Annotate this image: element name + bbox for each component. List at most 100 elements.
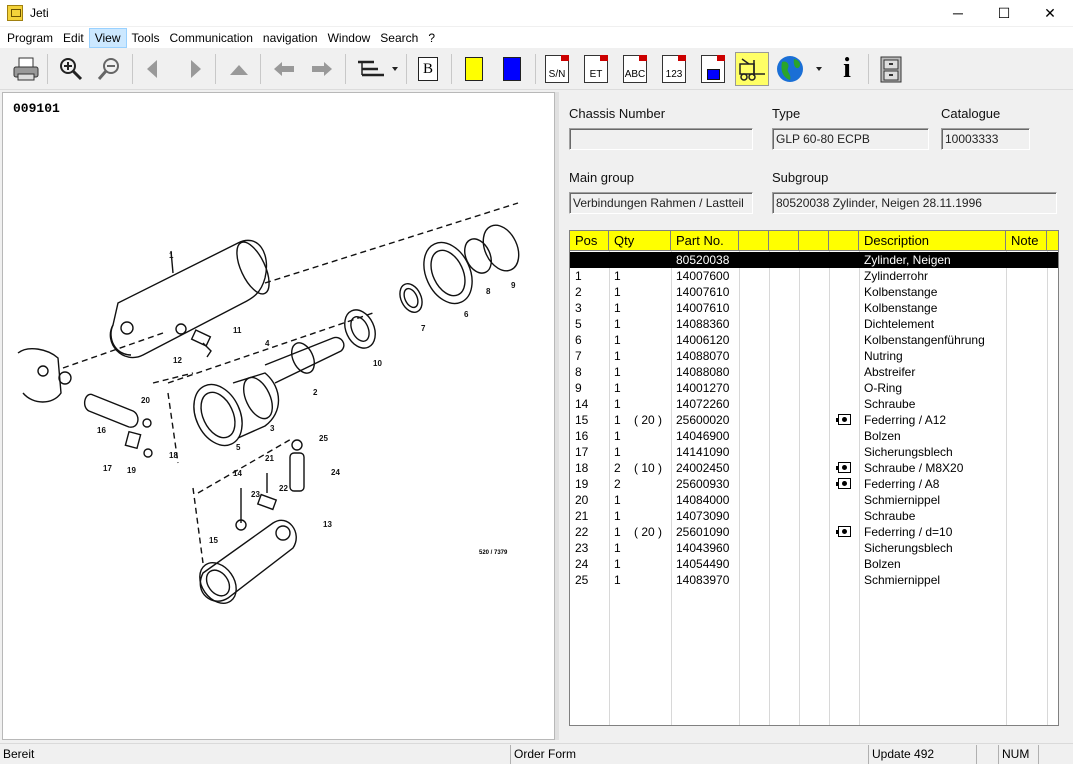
menu-tools[interactable]: Tools xyxy=(127,29,165,47)
update-panel: Update 492 xyxy=(868,745,976,764)
menu-search[interactable]: Search xyxy=(375,29,423,47)
col-extra-1[interactable] xyxy=(739,231,769,251)
drawing-pane[interactable]: 009101 1 2 3 4 5 6 7 8 9 10 11 12 13 14 … xyxy=(2,92,555,740)
cell-pos: 21 xyxy=(575,509,589,523)
table-row[interactable]: 16 1 14046900 Bolzen xyxy=(570,428,1058,444)
cell-pos: 9 xyxy=(575,381,582,395)
catalogue-field[interactable]: 10003333 xyxy=(941,128,1030,150)
menu-program[interactable]: Program xyxy=(2,29,58,47)
chassis-number-field[interactable] xyxy=(569,128,753,150)
col-description[interactable]: Description xyxy=(859,231,1006,251)
table-row[interactable]: 80520038 Zylinder, Neigen xyxy=(570,252,1058,268)
zoom-in-button[interactable] xyxy=(54,52,88,86)
minimize-button[interactable]: ─ xyxy=(935,0,981,26)
camera-icon[interactable] xyxy=(836,414,851,425)
table-row[interactable]: 23 1 14043960 Sicherungsblech xyxy=(570,540,1058,556)
table-row[interactable]: 14 1 14072260 Schraube xyxy=(570,396,1058,412)
info-button[interactable]: i xyxy=(830,52,864,86)
up-icon xyxy=(230,65,248,75)
blue-doc-button[interactable] xyxy=(696,52,730,86)
history-back-button[interactable] xyxy=(267,52,301,86)
table-row[interactable]: 22 1( 20 ) 25601090 Federring / d=10 xyxy=(570,524,1058,540)
cell-qtyx xyxy=(626,348,671,364)
zoom-out-button[interactable] xyxy=(93,52,127,86)
table-row[interactable]: 25 1 14083970 Schmiernippel xyxy=(570,572,1058,588)
table-row[interactable]: 6 1 14006120 Kolbenstangenführung xyxy=(570,332,1058,348)
table-row[interactable]: 3 1 14007610 Kolbenstange xyxy=(570,300,1058,316)
table-row[interactable]: 24 1 14054490 Bolzen xyxy=(570,556,1058,572)
table-row[interactable]: 17 1 14141090 Sicherungsblech xyxy=(570,444,1058,460)
details-pane: Chassis Number Type GLP 60-80 ECPB Catal… xyxy=(559,92,1071,740)
close-button[interactable]: ✕ xyxy=(1027,0,1073,26)
cell-desc: Sicherungsblech xyxy=(864,541,953,555)
col-extra-3[interactable] xyxy=(799,231,829,251)
table-row[interactable]: 2 1 14007610 Kolbenstange xyxy=(570,284,1058,300)
exploded-parts-drawing[interactable]: 123 456 789 101112 131415 161718 192021 … xyxy=(3,93,556,741)
table-row[interactable]: 18 2( 10 ) 24002450 Schraube / M8X20 xyxy=(570,460,1058,476)
table-row[interactable]: 5 1 14088360 Dichtelement xyxy=(570,316,1058,332)
cell-pos: 25 xyxy=(575,573,589,587)
menu-edit[interactable]: Edit xyxy=(58,29,89,47)
parts-table[interactable]: Pos Qty Part No. Description Note 805200… xyxy=(569,230,1059,726)
subgroup-field[interactable]: 80520038 Zylinder, Neigen 28.11.1996 xyxy=(772,192,1057,214)
truck-button[interactable] xyxy=(735,52,769,86)
menu-navigation[interactable]: navigation xyxy=(258,29,323,47)
svg-text:20: 20 xyxy=(141,396,150,405)
table-row[interactable]: 20 1 14084000 Schmiernippel xyxy=(570,492,1058,508)
print-button[interactable] xyxy=(9,52,43,86)
history-forward-button[interactable] xyxy=(305,52,339,86)
abc-button[interactable]: ABC xyxy=(618,52,652,86)
serial-number-button[interactable]: S/N xyxy=(540,52,574,86)
cell-part: 14046900 xyxy=(676,429,730,443)
et-button[interactable]: ET xyxy=(579,52,613,86)
table-row[interactable]: 7 1 14088070 Nutring xyxy=(570,348,1058,364)
menu-communication[interactable]: Communication xyxy=(165,29,258,47)
menu-window[interactable]: Window xyxy=(323,29,376,47)
cabinet-button[interactable] xyxy=(873,52,907,86)
menu-view[interactable]: View xyxy=(88,27,127,48)
cell-part: 14054490 xyxy=(676,557,730,571)
cell-qtyx xyxy=(626,444,671,460)
col-note[interactable]: Note xyxy=(1006,231,1047,251)
camera-icon[interactable] xyxy=(836,462,851,473)
col-qty[interactable]: Qty xyxy=(609,231,671,251)
svg-text:14: 14 xyxy=(233,469,242,478)
up-button[interactable] xyxy=(222,52,256,86)
resize-grip[interactable] xyxy=(1038,745,1073,764)
cell-part: 14007610 xyxy=(676,285,730,299)
maximize-button[interactable]: ☐ xyxy=(981,0,1027,26)
type-field[interactable]: GLP 60-80 ECPB xyxy=(772,128,929,150)
blue-doc-icon xyxy=(701,55,725,83)
globe-button[interactable] xyxy=(773,52,825,86)
order-form-panel[interactable]: Order Form xyxy=(510,745,868,764)
col-extra-2[interactable] xyxy=(769,231,799,251)
cell-part: 14043960 xyxy=(676,541,730,555)
svg-text:3: 3 xyxy=(270,424,275,433)
camera-icon[interactable] xyxy=(836,526,851,537)
col-pos[interactable]: Pos xyxy=(570,231,609,251)
blue-marker-icon xyxy=(503,57,521,81)
col-part-no[interactable]: Part No. xyxy=(671,231,739,251)
table-row[interactable]: 15 1( 20 ) 25600020 Federring / A12 xyxy=(570,412,1058,428)
next-button[interactable] xyxy=(178,52,212,86)
col-image[interactable] xyxy=(829,231,859,251)
previous-button[interactable] xyxy=(136,52,170,86)
table-row[interactable]: 21 1 14073090 Schraube xyxy=(570,508,1058,524)
tree-view-button[interactable] xyxy=(352,52,402,86)
numeric-button[interactable]: 123 xyxy=(657,52,691,86)
svg-text:18: 18 xyxy=(169,451,178,460)
svg-text:22: 22 xyxy=(279,484,288,493)
table-row[interactable]: 8 1 14088080 Abstreifer xyxy=(570,364,1058,380)
camera-icon[interactable] xyxy=(836,478,851,489)
blue-marker-button[interactable] xyxy=(495,52,529,86)
bookmark-button[interactable]: B xyxy=(411,52,445,86)
yellow-marker-button[interactable] xyxy=(457,52,491,86)
main-group-field[interactable]: Verbindungen Rahmen / Lastteil xyxy=(569,192,753,214)
cell-pos: 24 xyxy=(575,557,589,571)
menu-help[interactable]: ? xyxy=(423,29,440,47)
svg-text:6: 6 xyxy=(464,310,469,319)
table-row[interactable]: 1 1 14007600 Zylinderrohr xyxy=(570,268,1058,284)
table-row[interactable]: 9 1 14001270 O-Ring xyxy=(570,380,1058,396)
table-row[interactable]: 19 2 25600930 Federring / A8 xyxy=(570,476,1058,492)
cell-pos: 14 xyxy=(575,397,589,411)
